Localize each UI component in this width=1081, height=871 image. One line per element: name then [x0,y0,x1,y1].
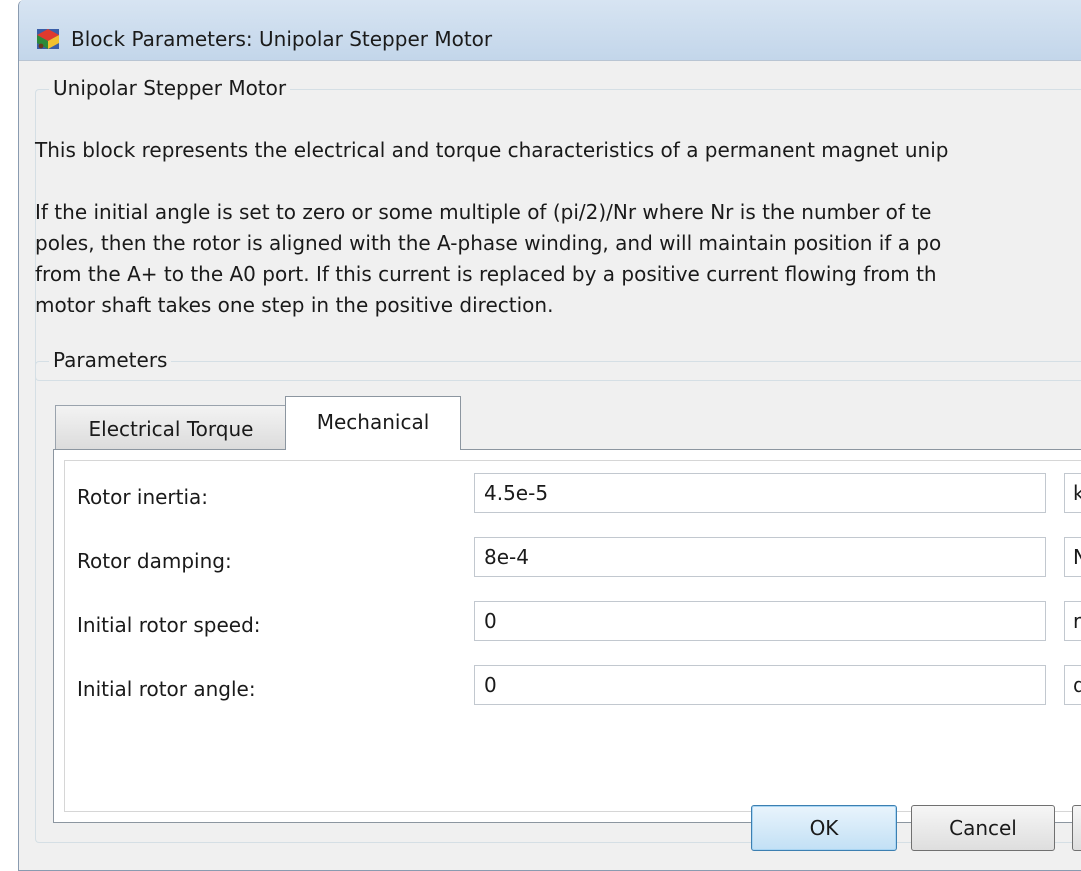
initial-rotor-speed-unit: r [1073,609,1081,633]
simulink-block-icon [37,29,59,49]
initial-rotor-angle-field[interactable] [474,665,1046,705]
tab-mechanical[interactable]: Mechanical [285,396,461,450]
description-paragraph-1: This block represents the electrical and… [35,138,949,162]
tab-mechanical-label: Mechanical [316,410,430,434]
parameters-group-title: Parameters [49,348,172,372]
rotor-damping-field[interactable] [474,537,1046,577]
rotor-damping-unit-select[interactable]: N [1064,537,1081,577]
rotor-damping-label: Rotor damping: [77,549,232,573]
window-title: Block Parameters: Unipolar Stepper Motor [71,27,493,51]
tab-electrical-torque-label: Electrical Torque [88,417,254,441]
rotor-inertia-unit-select[interactable]: k [1064,473,1081,513]
rotor-inertia-field[interactable] [474,473,1046,513]
description-text: This block represents the electrical and… [35,135,1081,321]
description-group-title: Unipolar Stepper Motor [49,76,291,100]
initial-rotor-angle-label: Initial rotor angle: [77,677,256,701]
rotor-inertia-unit: k [1073,481,1081,505]
tab-electrical-torque[interactable]: Electrical Torque [55,405,287,449]
initial-rotor-speed-label: Initial rotor speed: [77,613,261,637]
ok-button[interactable]: OK [751,805,897,851]
initial-rotor-speed-field[interactable] [474,601,1046,641]
description-line-2: poles, then the rotor is aligned with th… [35,231,942,255]
cancel-button[interactable]: Cancel [911,805,1055,851]
title-bar[interactable]: Block Parameters: Unipolar Stepper Motor [19,0,1081,60]
description-line-3: from the A+ to the A0 port. If this curr… [35,262,937,286]
description-line-4: motor shaft takes one step in the positi… [35,293,554,317]
initial-rotor-angle-unit: d [1073,673,1081,697]
rotor-inertia-label: Rotor inertia: [77,485,209,509]
initial-rotor-angle-unit-select[interactable]: d [1064,665,1081,705]
dialog-window: Block Parameters: Unipolar Stepper Motor… [18,0,1081,871]
description-line-1: If the initial angle is set to zero or s… [35,200,932,224]
initial-rotor-speed-unit-select[interactable]: r [1064,601,1081,641]
rotor-damping-unit: N [1073,545,1081,569]
dialog-body: Unipolar Stepper Motor This block repres… [19,60,1081,870]
help-button[interactable] [1072,805,1081,851]
